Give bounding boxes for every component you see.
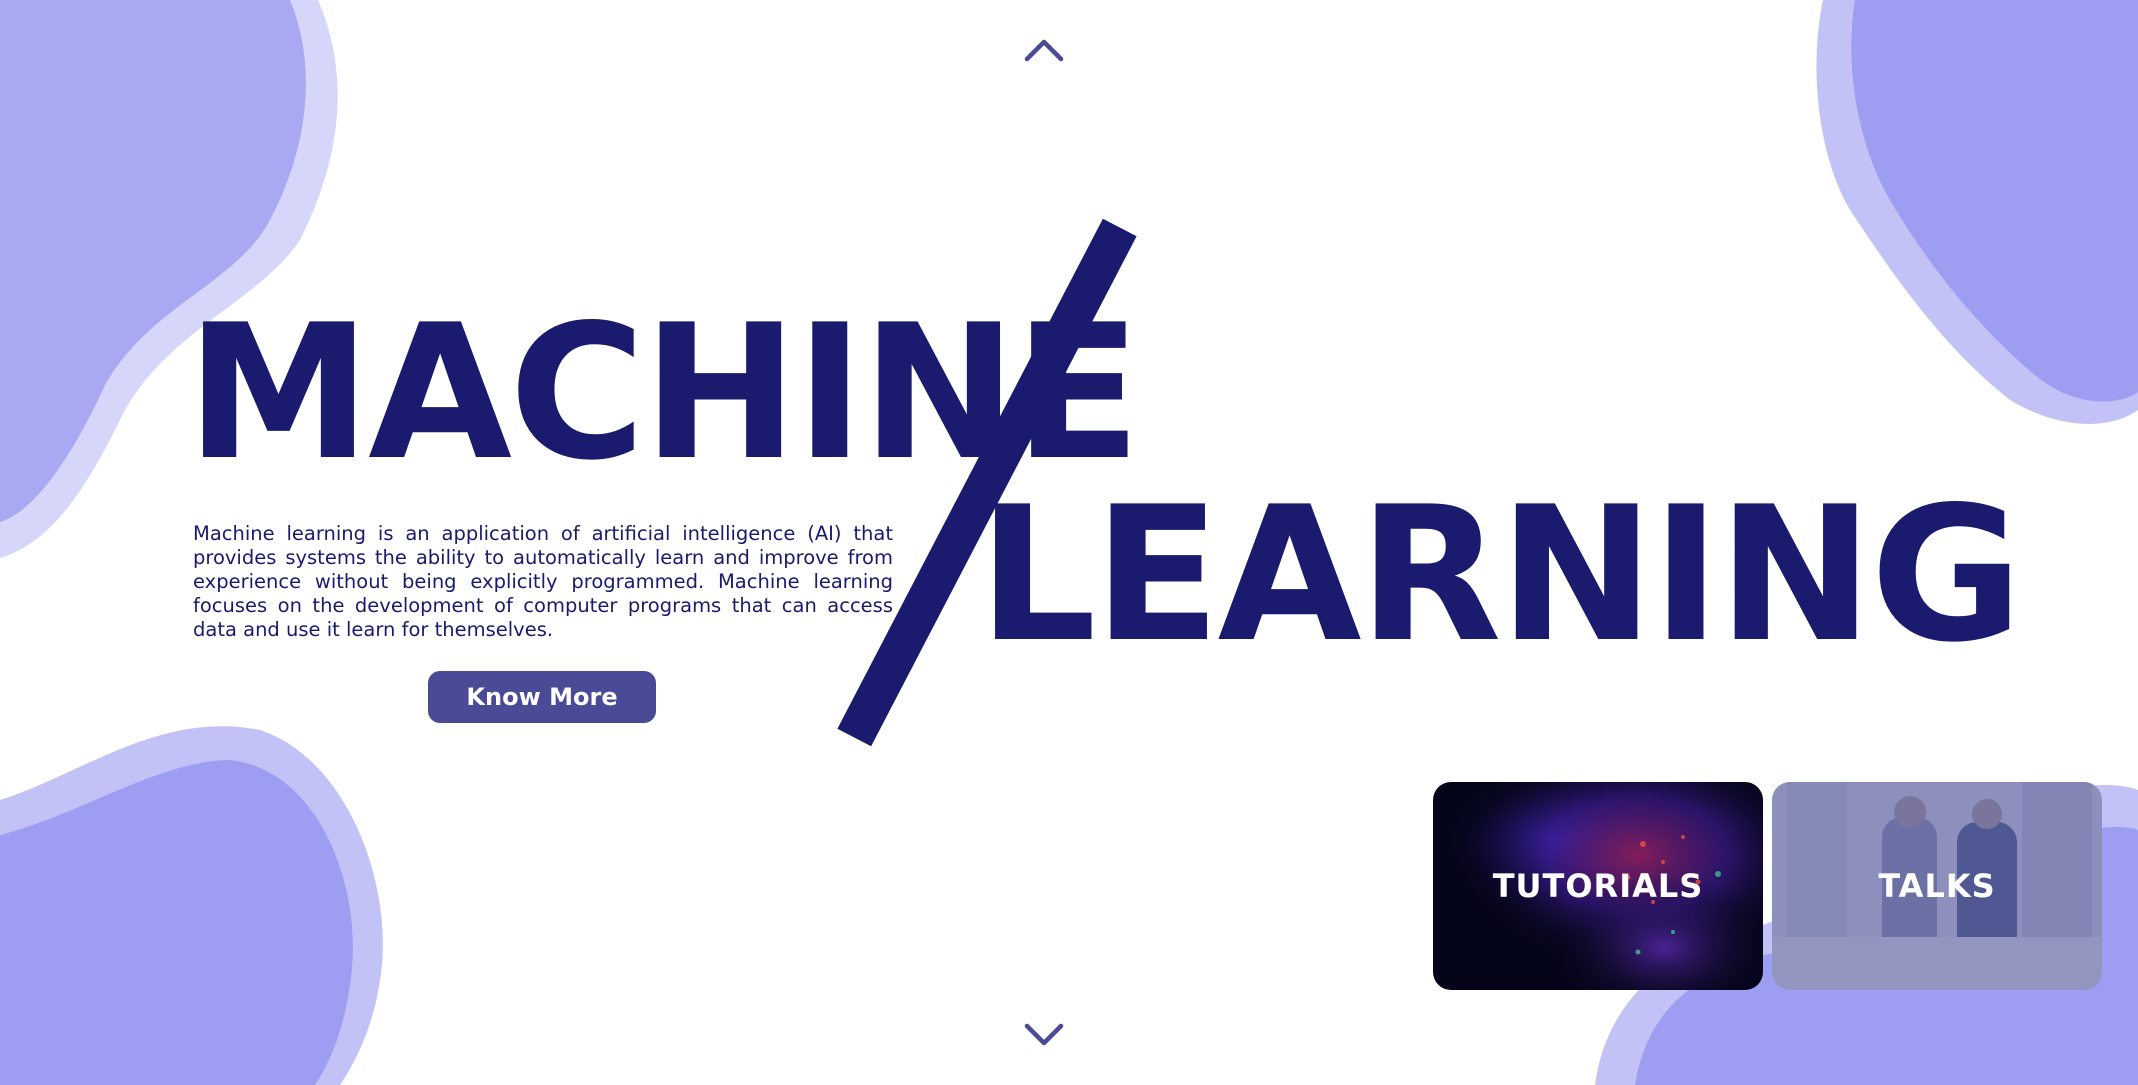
talks-card[interactable]: TALKS bbox=[1772, 782, 2102, 990]
tutorials-card-label: TUTORIALS bbox=[1492, 867, 1704, 905]
hero-page: MACHINE LEARNING Machine learning is an … bbox=[0, 0, 2138, 1085]
tutorials-card[interactable]: TUTORIALS bbox=[1433, 782, 1763, 990]
hero-description: Machine learning is an application of ar… bbox=[193, 522, 893, 641]
chevron-up-icon[interactable] bbox=[1024, 37, 1064, 63]
know-more-button[interactable]: Know More bbox=[428, 671, 656, 723]
talks-card-label: TALKS bbox=[1878, 867, 1996, 905]
chevron-down-icon[interactable] bbox=[1024, 1022, 1064, 1048]
blob-top-right bbox=[1816, 0, 2138, 424]
hero-title-line2: LEARNING bbox=[978, 466, 2023, 683]
blob-bottom-left bbox=[0, 726, 383, 1085]
